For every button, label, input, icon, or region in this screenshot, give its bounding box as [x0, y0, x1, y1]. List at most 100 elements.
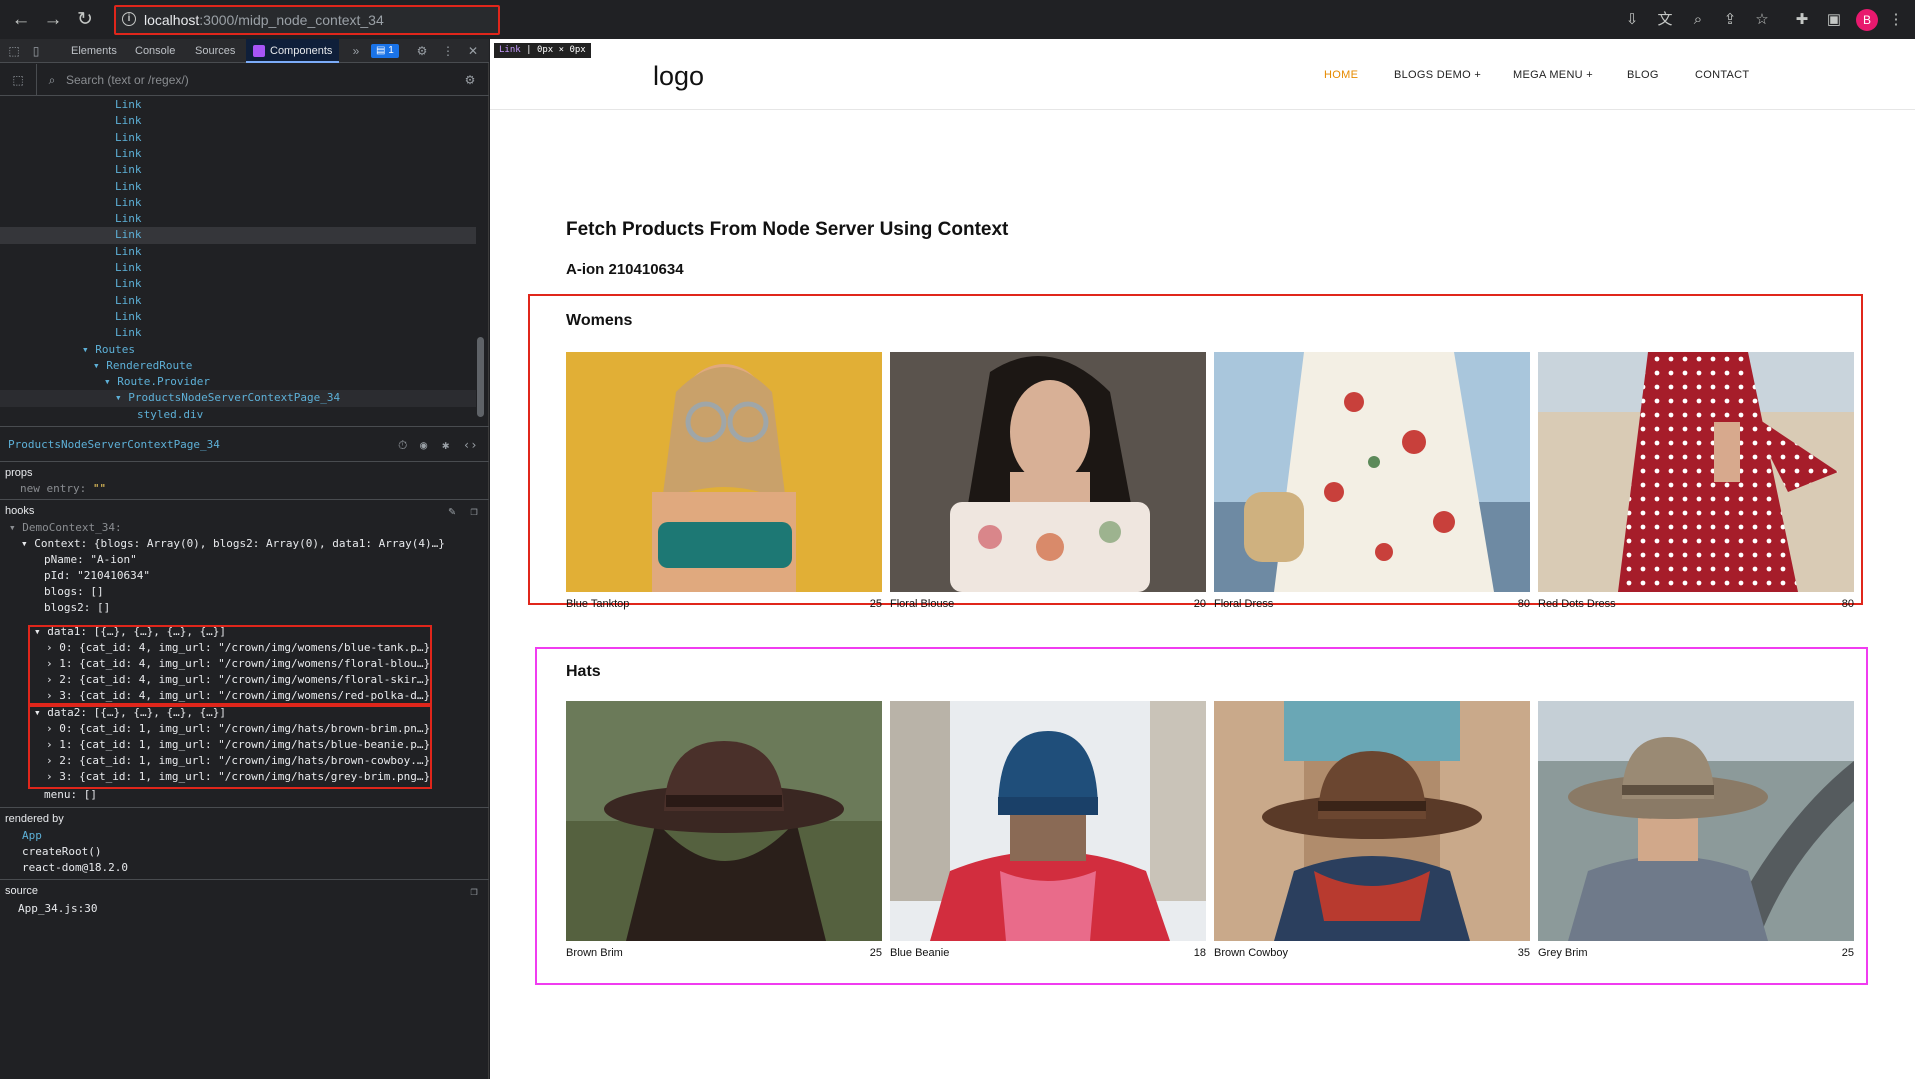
issues-badge[interactable]: ▤ 1 — [371, 44, 399, 58]
tree-node[interactable]: ▾ RenderedRoute — [0, 358, 476, 374]
product-card[interactable]: Brown Brim 25 — [566, 701, 882, 963]
tree-node-label: Link — [115, 146, 142, 160]
zoom-icon[interactable]: ⌕ — [1688, 10, 1708, 30]
address-bar[interactable]: i localhost:3000/midp_node_context_34 — [114, 5, 500, 35]
inspect-element-icon[interactable]: ⬚ — [6, 43, 22, 59]
tree-node[interactable]: Link — [0, 276, 476, 292]
hook-data1[interactable]: ▾ data1: [{…}, {…}, {…}, {…}] — [34, 625, 226, 638]
tree-node[interactable]: Link — [0, 293, 476, 309]
back-arrow-icon[interactable]: ← — [10, 9, 32, 31]
tree-node[interactable]: Link — [0, 97, 476, 113]
product-card[interactable]: Blue Tanktop 25 — [566, 352, 882, 614]
view-source-icon[interactable]: ‹› — [463, 438, 477, 452]
search-input[interactable]: Search (text or /regex/) — [66, 73, 189, 87]
product-image — [1538, 701, 1854, 941]
data1-item[interactable]: › 3: {cat_id: 4, img_url: "/crown/img/wo… — [46, 689, 430, 702]
source-location[interactable]: App_34.js:30 — [18, 902, 97, 915]
install-icon[interactable]: ⇩ — [1622, 10, 1642, 30]
copy-icon[interactable]: ❐ — [466, 883, 482, 899]
tree-node[interactable]: Link — [0, 179, 476, 195]
tree-node[interactable]: Link — [0, 244, 476, 260]
product-card[interactable]: Floral Dress 80 — [1214, 352, 1530, 614]
tree-node[interactable]: Link — [0, 195, 476, 211]
data2-item[interactable]: › 1: {cat_id: 1, img_url: "/crown/img/ha… — [46, 738, 430, 751]
component-search-bar: ⬚ ⌕ Search (text or /regex/) ⚙ — [0, 64, 489, 96]
site-info-icon[interactable]: i — [122, 12, 136, 26]
nav-mega-menu[interactable]: MEGA MENU + — [1513, 69, 1593, 81]
section-title: Hats — [566, 663, 601, 680]
device-toolbar-icon[interactable]: ▯ — [28, 43, 44, 59]
hooks-heading: hooks — [5, 505, 35, 517]
settings-gear-icon[interactable]: ⚙ — [462, 72, 478, 88]
tab-elements[interactable]: Elements — [64, 39, 124, 63]
forward-arrow-icon[interactable]: → — [42, 9, 64, 31]
side-panel-icon[interactable]: ▣ — [1824, 10, 1844, 30]
tree-node[interactable]: Link — [0, 260, 476, 276]
copy-icon[interactable]: ❐ — [466, 503, 482, 519]
close-devtools-icon[interactable]: ✕ — [465, 43, 481, 59]
profile-avatar[interactable]: B — [1856, 9, 1878, 31]
share-icon[interactable]: ⇪ — [1720, 10, 1740, 30]
more-tabs-chevron-icon[interactable]: » — [348, 43, 364, 59]
tab-components[interactable]: Components — [246, 39, 340, 63]
product-card[interactable]: Blue Beanie 18 — [890, 701, 1206, 963]
tree-node[interactable]: Link — [0, 325, 476, 341]
selected-component-header: ProductsNodeServerContextPage_34 ⏱ ◉ ✱ ‹… — [0, 426, 489, 462]
bug-icon[interactable]: ✱ — [442, 438, 449, 452]
stopwatch-icon[interactable]: ⏱ — [398, 438, 407, 453]
product-name: Blue Tanktop — [566, 598, 630, 610]
eye-icon[interactable]: ◉ — [420, 438, 427, 452]
product-image — [566, 352, 882, 592]
tree-node[interactable]: Link — [0, 227, 476, 244]
more-menu-icon[interactable]: ⋮ — [1886, 10, 1906, 30]
hook-data2[interactable]: ▾ data2: [{…}, {…}, {…}, {…}] — [34, 706, 226, 719]
product-image — [566, 701, 882, 941]
tree-node[interactable]: Link — [0, 309, 476, 325]
product-card[interactable]: Brown Cowboy 35 — [1214, 701, 1530, 963]
props-new-entry[interactable]: new entry: "" — [20, 482, 106, 495]
nav-home[interactable]: HOME — [1324, 69, 1358, 81]
tree-node[interactable]: ▾ Routes — [0, 342, 476, 358]
bookmark-star-icon[interactable]: ☆ — [1752, 10, 1772, 30]
devtools-panel: ⬚ ▯ Elements Console Sources Components … — [0, 39, 489, 1079]
tree-scrollbar[interactable] — [477, 337, 484, 417]
nav-contact[interactable]: CONTACT — [1695, 69, 1749, 81]
nav-blogs-demo[interactable]: BLOGS DEMO + — [1394, 69, 1481, 81]
hook-context-name[interactable]: ▾ DemoContext_34: — [9, 521, 122, 534]
product-price: 20 — [1193, 598, 1206, 610]
settings-gear-icon[interactable]: ⚙ — [414, 43, 430, 59]
data2-item[interactable]: › 2: {cat_id: 1, img_url: "/crown/img/ha… — [46, 754, 430, 767]
tab-console[interactable]: Console — [128, 39, 182, 63]
tree-node-label: ▾ Routes — [82, 342, 135, 356]
data1-item[interactable]: › 1: {cat_id: 4, img_url: "/crown/img/wo… — [46, 657, 430, 670]
rendered-by-app[interactable]: App — [22, 829, 42, 842]
product-card[interactable]: Floral Blouse 20 — [890, 352, 1206, 614]
translate-icon[interactable]: 文 — [1655, 10, 1675, 30]
reload-icon[interactable]: ↻ — [74, 9, 96, 31]
tree-node[interactable]: Link — [0, 130, 476, 146]
select-component-icon[interactable]: ⬚ — [10, 72, 26, 88]
tree-node[interactable]: Link — [0, 113, 476, 129]
tree-node[interactable]: styled.div — [0, 407, 476, 423]
tree-node[interactable]: Link — [0, 162, 476, 178]
tree-node[interactable]: ▾ Route.Provider — [0, 374, 476, 390]
data2-item[interactable]: › 3: {cat_id: 1, img_url: "/crown/img/ha… — [46, 770, 430, 783]
data2-item[interactable]: › 0: {cat_id: 1, img_url: "/crown/img/ha… — [46, 722, 430, 735]
extensions-puzzle-icon[interactable]: ✚ — [1792, 10, 1812, 30]
tree-node[interactable]: ▾ ProductsNodeServerContextPage_34 — [0, 390, 476, 407]
product-card[interactable]: Red Dots Dress 80 — [1538, 352, 1854, 614]
devtools-more-icon[interactable]: ⋮ — [440, 43, 456, 59]
tree-node[interactable]: Link — [0, 146, 476, 162]
tree-node[interactable]: Link — [0, 211, 476, 227]
wand-icon[interactable]: ✎ — [444, 503, 460, 519]
source-heading: source — [5, 885, 39, 897]
tree-node-label: Link — [115, 326, 142, 340]
tab-sources[interactable]: Sources — [188, 39, 242, 63]
data1-item[interactable]: › 0: {cat_id: 4, img_url: "/crown/img/wo… — [46, 641, 430, 654]
hook-context-value[interactable]: ▾ Context: {blogs: Array(0), blogs2: Arr… — [21, 537, 445, 550]
site-logo[interactable]: logo — [653, 61, 704, 92]
product-card[interactable]: Grey Brim 25 — [1538, 701, 1854, 963]
product-name: Red Dots Dress — [1538, 598, 1616, 610]
data1-item[interactable]: › 2: {cat_id: 4, img_url: "/crown/img/wo… — [46, 673, 430, 686]
nav-blog[interactable]: BLOG — [1627, 69, 1659, 81]
